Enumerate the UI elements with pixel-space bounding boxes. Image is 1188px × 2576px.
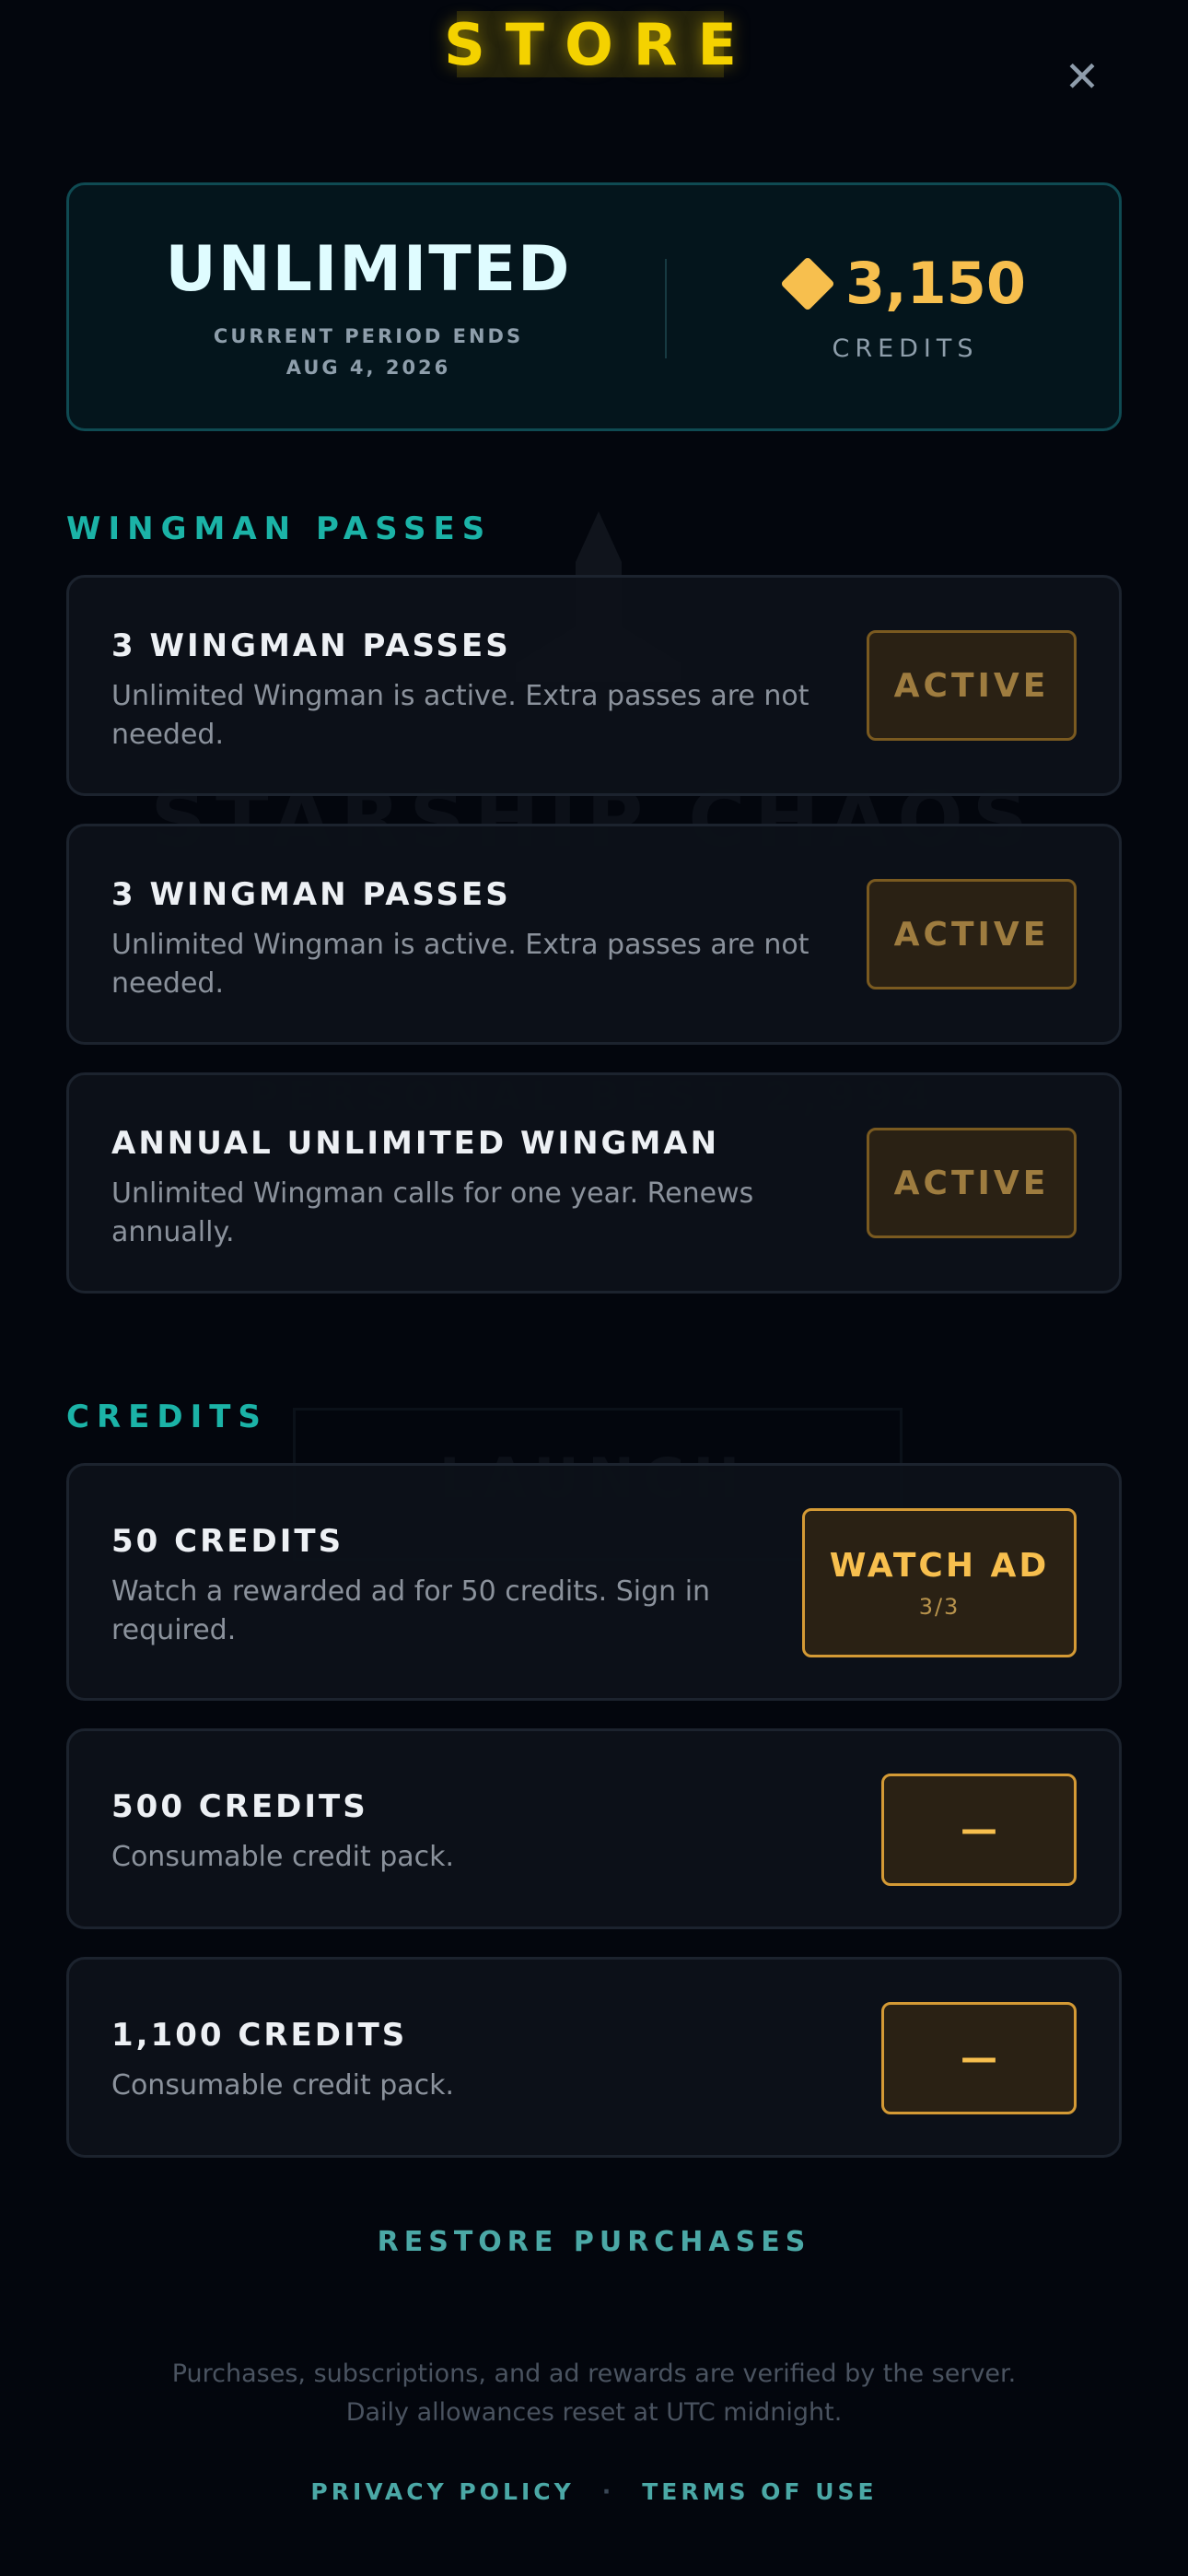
footer-links: PRIVACY POLICY · TERMS OF USE bbox=[0, 2478, 1188, 2505]
buy-1100-credits-button[interactable]: — bbox=[881, 2002, 1077, 2114]
watch-ad-label: WATCH AD bbox=[829, 1546, 1050, 1585]
active-button-label: ACTIVE bbox=[893, 1164, 1050, 1202]
item-name: 3 WINGMAN PASSES bbox=[111, 876, 511, 913]
item-description: Consumable credit pack. bbox=[111, 1841, 455, 1873]
item-description: Consumable credit pack. bbox=[111, 2069, 455, 2102]
price-placeholder: — bbox=[961, 1809, 997, 1851]
item-description: Watch a rewarded ad for 50 credits. Sign… bbox=[111, 1575, 711, 1646]
item-name: 1,100 CREDITS bbox=[111, 2017, 408, 2054]
item-description: Unlimited Wingman is active. Extra passe… bbox=[111, 929, 809, 1000]
active-button[interactable]: ACTIVE bbox=[867, 879, 1077, 989]
item-name: ANNUAL UNLIMITED WINGMAN bbox=[111, 1125, 720, 1162]
buy-500-credits-button[interactable]: — bbox=[881, 1774, 1077, 1886]
footer-separator: · bbox=[601, 2478, 615, 2505]
price-placeholder: — bbox=[961, 2037, 997, 2079]
active-button-label: ACTIVE bbox=[893, 915, 1050, 954]
credit-item-500: 500 CREDITS Consumable credit pack. — bbox=[66, 1728, 1122, 1929]
subscription-status-card: UNLIMITED CURRENT PERIOD ENDS AUG 4, 202… bbox=[66, 182, 1122, 431]
credits-heading: CREDITS bbox=[66, 1399, 268, 1435]
wingman-item-1: 3 WINGMAN PASSES Unlimited Wingman is ac… bbox=[66, 575, 1122, 796]
item-description: Unlimited Wingman is active. Extra passe… bbox=[111, 680, 809, 751]
privacy-policy-link[interactable]: PRIVACY POLICY bbox=[310, 2478, 574, 2505]
period-label: CURRENT PERIOD ENDS bbox=[213, 325, 524, 347]
terms-of-use-link[interactable]: TERMS OF USE bbox=[642, 2478, 877, 2505]
item-name: 500 CREDITS bbox=[111, 1788, 368, 1825]
plan-name: UNLIMITED bbox=[165, 233, 572, 306]
status-divider bbox=[665, 259, 667, 358]
credit-item-50: 50 CREDITS Watch a rewarded ad for 50 cr… bbox=[66, 1463, 1122, 1701]
credit-item-1100: 1,100 CREDITS Consumable credit pack. — bbox=[66, 1957, 1122, 2158]
credits-balance-value: 3,150 bbox=[844, 250, 1027, 317]
item-description: Unlimited Wingman calls for one year. Re… bbox=[111, 1177, 754, 1248]
wingman-passes-heading: WINGMAN PASSES bbox=[66, 510, 493, 547]
diamond-icon bbox=[780, 255, 835, 311]
watch-ad-remaining: 3/3 bbox=[918, 1593, 961, 1620]
credits-balance: 3,150 bbox=[769, 250, 1045, 317]
wingman-item-3: ANNUAL UNLIMITED WINGMAN Unlimited Wingm… bbox=[66, 1072, 1122, 1294]
active-button-label: ACTIVE bbox=[893, 666, 1050, 705]
close-icon[interactable]: ✕ bbox=[1059, 52, 1105, 101]
item-name: 50 CREDITS bbox=[111, 1523, 344, 1560]
verification-footnote: Purchases, subscriptions, and ad rewards… bbox=[171, 2359, 1017, 2427]
active-button[interactable]: ACTIVE bbox=[867, 1128, 1077, 1238]
wingman-item-2: 3 WINGMAN PASSES Unlimited Wingman is ac… bbox=[66, 824, 1122, 1045]
store-overlay: STORE ✕ UNLIMITED CURRENT PERIOD ENDS AU… bbox=[0, 0, 1188, 2576]
restore-purchases-link[interactable]: RESTORE PURCHASES bbox=[0, 2226, 1188, 2258]
store-title: STORE bbox=[444, 10, 757, 78]
item-name: 3 WINGMAN PASSES bbox=[111, 627, 511, 664]
active-button[interactable]: ACTIVE bbox=[867, 630, 1077, 741]
credits-balance-label: CREDITS bbox=[832, 334, 979, 363]
watch-ad-button[interactable]: WATCH AD 3/3 bbox=[802, 1508, 1077, 1657]
period-end-date: AUG 4, 2026 bbox=[285, 357, 451, 379]
